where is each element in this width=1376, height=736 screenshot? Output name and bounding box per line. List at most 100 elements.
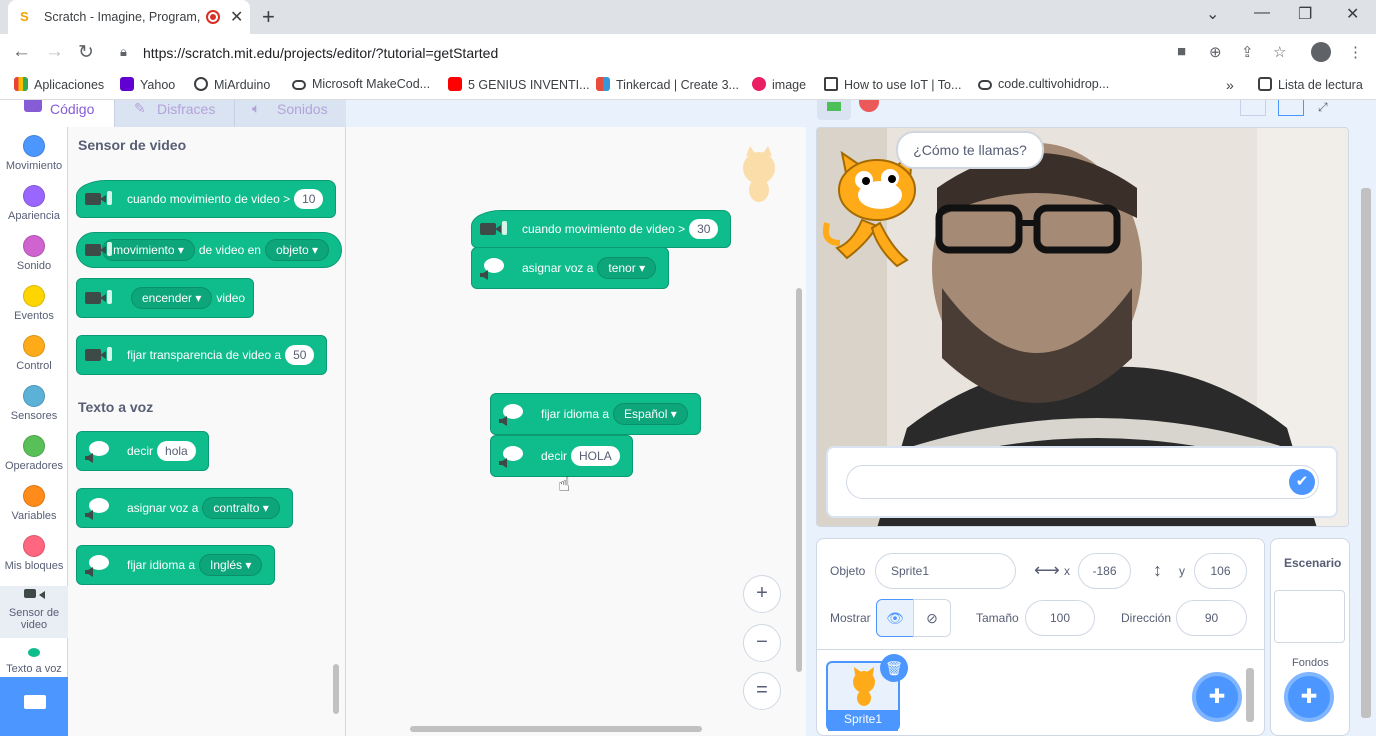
speech-icon — [85, 553, 115, 577]
tab-costumes[interactable]: Disfraces — [114, 100, 234, 128]
palette-scrollbar[interactable] — [333, 664, 339, 714]
block-dropdown[interactable]: contralto — [202, 497, 280, 519]
zoom-reset-button[interactable]: = — [743, 672, 781, 710]
fullscreen-icon[interactable]: ⤢ — [1318, 100, 1344, 116]
block-input[interactable]: 30 — [689, 219, 719, 239]
speech-icon — [499, 402, 529, 426]
checkmark-icon[interactable]: ✔ — [1289, 469, 1315, 495]
video-camera-icon — [480, 217, 510, 241]
category-video-sensing[interactable]: Sensor de video — [0, 586, 68, 638]
back-arrow-icon[interactable]: ← — [12, 41, 31, 63]
category-looks[interactable]: Apariencia — [0, 185, 68, 222]
tab-code[interactable]: Código — [0, 100, 114, 128]
workspace-vertical-scrollbar[interactable] — [796, 288, 802, 672]
y-input[interactable]: 106 — [1194, 553, 1247, 589]
category-myblocks[interactable]: Mis bloques — [0, 535, 68, 572]
bookmark-apps[interactable]: Aplicaciones — [14, 77, 104, 92]
forward-arrow-icon[interactable]: → — [45, 41, 64, 63]
window-close-icon[interactable]: ✕ — [1346, 4, 1359, 24]
add-extension-button[interactable] — [0, 677, 68, 736]
minimize-icon[interactable]: — — [1254, 4, 1270, 22]
workspace-horizontal-scrollbar[interactable] — [410, 726, 702, 732]
workspace-block-speak[interactable]: decir HOLA — [490, 435, 633, 477]
globe-icon — [194, 77, 208, 91]
workspace-block-set-language[interactable]: fijar idioma a Español — [490, 393, 701, 435]
camera-icon[interactable]: ■ — [1177, 43, 1186, 60]
answer-input[interactable] — [846, 465, 1319, 499]
bookmark-tinkercad[interactable]: Tinkercad | Create 3... — [596, 77, 739, 92]
block-speak[interactable]: decir hola — [76, 431, 209, 471]
block-input[interactable]: hola — [157, 441, 196, 461]
block-input[interactable]: 50 — [285, 345, 315, 365]
block-when-video-motion[interactable]: cuando movimiento de video > 10 — [76, 180, 337, 218]
zoom-out-button[interactable]: − — [743, 624, 781, 662]
bookmark-image[interactable]: image — [752, 77, 806, 92]
star-icon[interactable]: ☆ — [1273, 43, 1286, 61]
choose-sprite-button[interactable]: ✚ — [1192, 672, 1242, 722]
backdrop-thumbnail[interactable] — [1274, 590, 1345, 643]
block-dropdown[interactable]: Inglés — [199, 554, 263, 576]
category-motion[interactable]: Movimiento — [0, 135, 68, 172]
workspace-block-when-video-motion[interactable]: cuando movimiento de video > 30 — [471, 210, 732, 248]
block-set-video-transparency[interactable]: fijar transparencia de video a 50 — [76, 335, 328, 375]
workspace-block-set-voice[interactable]: asignar voz a tenor — [471, 247, 670, 289]
small-stage-icon[interactable] — [1240, 100, 1266, 116]
green-flag-button[interactable] — [817, 100, 851, 120]
block-dropdown[interactable]: objeto — [264, 239, 329, 261]
delete-sprite-trash-icon[interactable]: 🗑︎ — [880, 654, 908, 682]
zoom-icon[interactable]: ⊕ — [1209, 43, 1222, 61]
bookmark-makecode[interactable]: Microsoft MakeCod... — [292, 77, 430, 91]
page-scrollbar[interactable] — [1361, 188, 1371, 718]
sprite-cat-icon — [853, 667, 875, 706]
x-input[interactable]: -186 — [1078, 553, 1131, 589]
category-events[interactable]: Eventos — [0, 285, 68, 322]
category-operators[interactable]: Operadores — [0, 435, 68, 472]
choose-backdrop-button[interactable]: ✚ — [1284, 672, 1334, 722]
category-text-to-speech[interactable]: Texto a voz — [0, 648, 68, 676]
size-input[interactable]: 100 — [1025, 600, 1095, 636]
category-control[interactable]: Control — [0, 335, 68, 372]
tab-close-icon[interactable]: ✕ — [230, 7, 243, 27]
block-dropdown[interactable]: tenor — [597, 257, 657, 279]
bookmark-genius[interactable]: 5 GENIUS INVENTI... — [448, 77, 590, 92]
bookmark-yahoo[interactable]: Yahoo — [120, 77, 175, 92]
show-visible-eye-icon[interactable]: 👁︎ — [876, 599, 914, 637]
category-variables[interactable]: Variables — [0, 485, 68, 522]
category-sensing[interactable]: Sensores — [0, 385, 68, 422]
myblocks-dot-icon — [23, 535, 45, 557]
sprite-name-input[interactable]: Sprite1 — [875, 553, 1016, 589]
block-input[interactable]: HOLA — [571, 446, 620, 466]
block-turn-video[interactable]: encender video — [76, 278, 255, 318]
share-icon[interactable]: ⇪ — [1241, 43, 1254, 61]
direction-input[interactable]: 90 — [1176, 600, 1247, 636]
zoom-in-button[interactable]: + — [743, 575, 781, 613]
reading-list[interactable]: Lista de lectura — [1258, 77, 1363, 92]
block-set-voice[interactable]: asignar voz a contralto — [76, 488, 293, 528]
profile-avatar[interactable] — [1311, 42, 1331, 62]
browser-tab[interactable]: S Scratch - Imagine, Program, ✕ — [8, 0, 250, 34]
bookmark-miarduino[interactable]: MiArduino — [194, 77, 270, 92]
reload-icon[interactable]: ↻ — [78, 41, 94, 64]
bookmark-cultivo[interactable]: code.cultivohidrop... — [978, 77, 1109, 91]
block-video-motion-on[interactable]: movimiento de video en objeto — [76, 232, 342, 268]
tab-search-icon[interactable]: ⌄ — [1206, 4, 1219, 24]
block-set-language[interactable]: fijar idioma a Inglés — [76, 545, 276, 585]
block-dropdown[interactable]: movimiento — [102, 239, 195, 261]
new-tab-button[interactable]: + — [262, 4, 275, 30]
block-input[interactable]: 10 — [294, 189, 324, 209]
backdrops-label: Fondos — [1292, 657, 1329, 669]
looks-dot-icon — [23, 185, 45, 207]
omnibox[interactable]: 🔒︎ https://scratch.mit.edu/projects/edit… — [108, 39, 1238, 67]
category-sound[interactable]: Sonido — [0, 235, 68, 272]
bookmark-iot[interactable]: How to use IoT | To... — [824, 77, 961, 92]
block-dropdown[interactable]: encender — [131, 287, 213, 309]
show-hidden-eye-icon[interactable]: ⊘ — [913, 599, 951, 637]
bookmarks-more-icon[interactable]: » — [1226, 77, 1234, 93]
menu-icon[interactable]: ⋮ — [1348, 43, 1363, 61]
restore-icon[interactable]: ❐ — [1298, 4, 1312, 24]
sprite-list-scrollbar[interactable] — [1246, 668, 1254, 722]
tab-sounds[interactable]: Sonidos — [234, 100, 346, 128]
video-camera-icon — [85, 187, 115, 211]
large-stage-icon[interactable] — [1278, 100, 1304, 116]
block-dropdown[interactable]: Español — [613, 403, 688, 425]
